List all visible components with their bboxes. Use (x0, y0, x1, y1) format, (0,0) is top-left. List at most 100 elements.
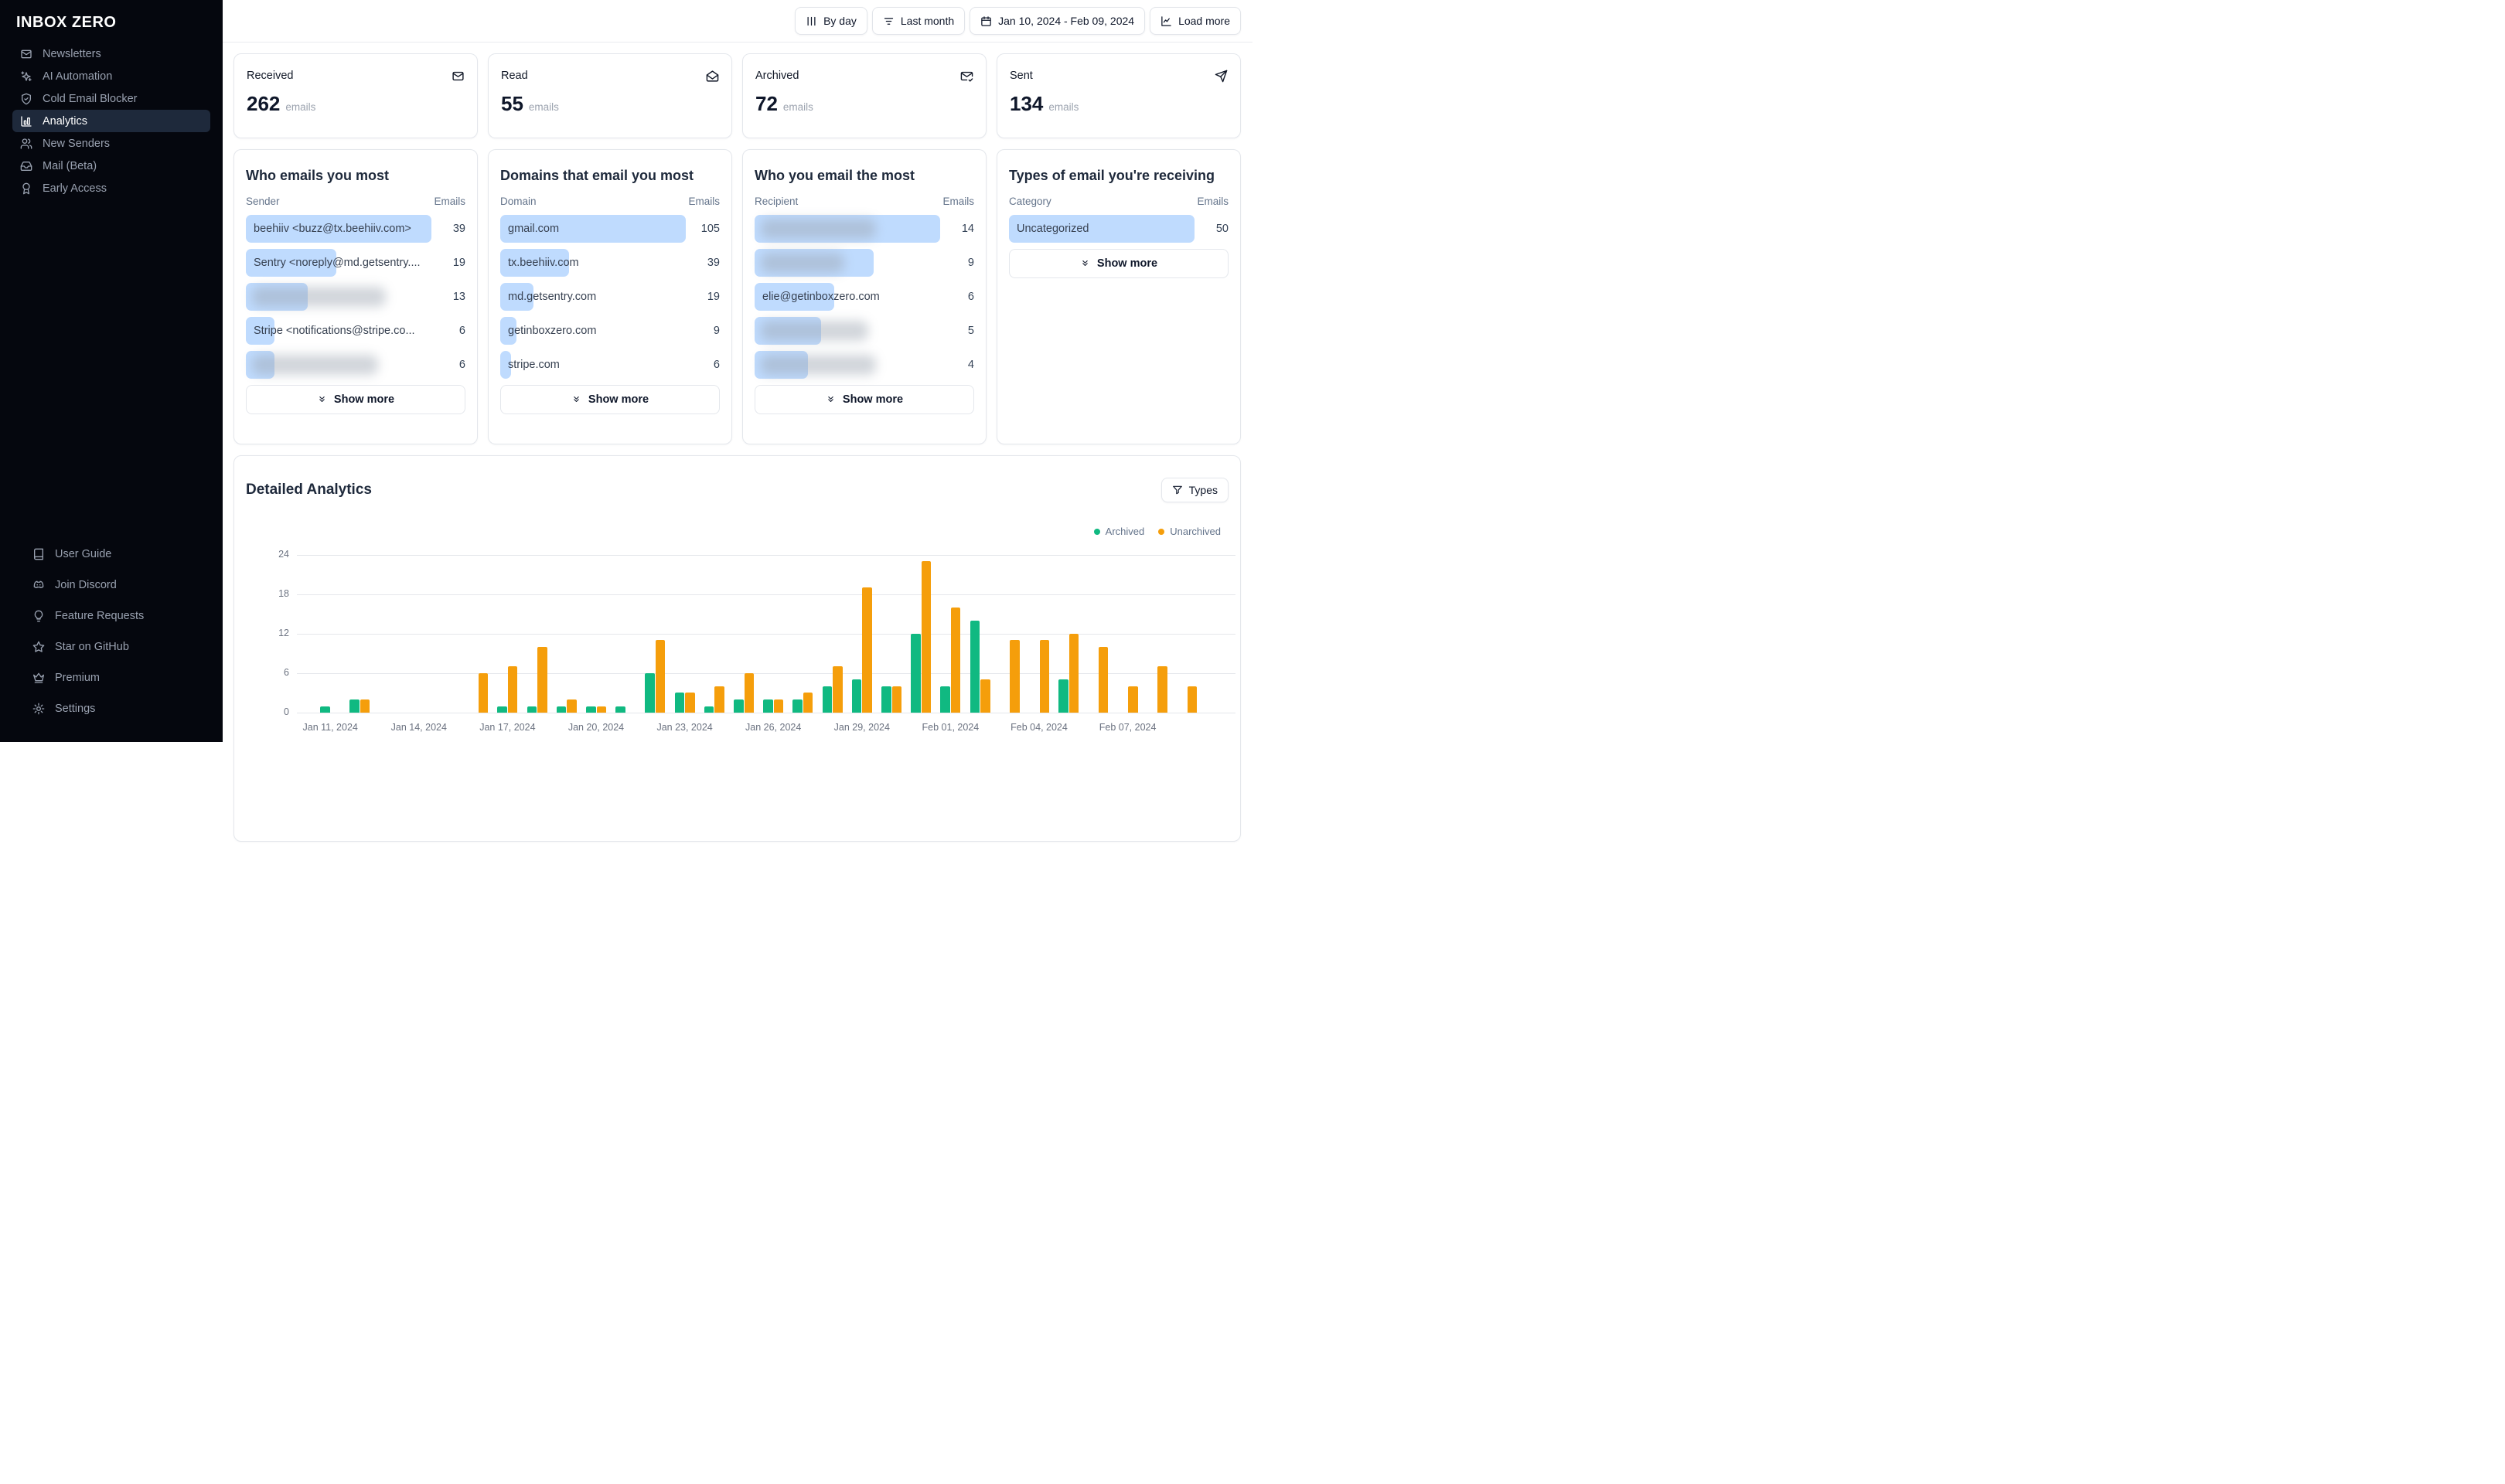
show-more-button[interactable]: Show more (500, 384, 720, 414)
sidebar-item-label: User Guide (55, 547, 112, 560)
table-row: gmail.com 105 (500, 214, 720, 243)
chart-bar-archived-jan-22-2024 (645, 672, 655, 713)
sidebar-item-feature-requests[interactable]: Feature Requests (25, 604, 198, 627)
stat-card-read: Read 55 emails (488, 53, 732, 138)
show-more-button[interactable]: Show more (246, 384, 465, 414)
column-header: Domain (500, 195, 537, 207)
table-row: Sentry <noreply@md.getsentry.... 19 (246, 248, 465, 277)
chart-gridline (297, 672, 1235, 674)
stats-row: Received 262 emails Read 55 emails Archived 72 e… (233, 53, 1241, 149)
content: Received 262 emails Read 55 emails Archived 72 e… (223, 43, 1252, 842)
row-value: 19 (707, 290, 720, 303)
chart-bar-unarchived-jan-31-2024 (921, 561, 932, 713)
detailed-analytics-header: Detailed Analytics Types (246, 476, 1229, 504)
chart-bar-unarchived-jan-19-2024 (567, 699, 577, 713)
chevrons-down-icon (574, 396, 579, 403)
chart-bar-unarchived-jan-22-2024 (655, 640, 666, 713)
toolbar-button-load-more[interactable]: Load more (1150, 7, 1241, 35)
stat-unit: emails (1048, 101, 1079, 113)
chart-bar-unarchived-feb-06-2024 (1098, 646, 1109, 713)
column-header: Category (1009, 195, 1051, 207)
chart-bar-unarchived-feb-09-2024 (1187, 686, 1197, 713)
chart-bar-unarchived-jan-20-2024 (596, 706, 606, 713)
sidebar-item-label: Star on GitHub (55, 640, 129, 653)
bar-chart-icon (21, 115, 32, 127)
sidebar-item-label: Mail (Beta) (43, 159, 97, 172)
redacted-label (761, 252, 844, 273)
table-row: 5 (755, 316, 974, 345)
table-row: beehiiv <buzz@tx.beehiiv.com> 39 (246, 214, 465, 243)
chart-bar-archived-jan-28-2024 (822, 686, 833, 713)
legend-item-unarchived: Unarchived (1158, 526, 1221, 537)
panel-domains-that-email-you-most: Domains that email you most Domain Emails g… (488, 149, 732, 444)
chart-bar-archived-jan-19-2024 (556, 706, 567, 713)
sidebar-item-user-guide[interactable]: User Guide (25, 543, 198, 565)
y-axis-tick-label: 12 (278, 627, 289, 638)
chart-bar-unarchived-jan-29-2024 (862, 587, 872, 713)
chevrons-down-icon (828, 396, 833, 403)
sidebar-item-ai-automation[interactable]: AI Automation (12, 65, 210, 87)
chart-bar-archived-jan-11-2024 (320, 706, 330, 713)
table-row: stripe.com 6 (500, 350, 720, 379)
toolbar-button-last-month[interactable]: Last month (871, 7, 966, 35)
sidebar-item-cold-email-blocker[interactable]: Cold Email Blocker (12, 87, 210, 110)
sidebar-item-newsletters[interactable]: Newsletters (12, 43, 210, 65)
sidebar-item-early-access[interactable]: Early Access (12, 177, 210, 199)
redacted-label (761, 320, 869, 341)
sidebar-item-join-discord[interactable]: Join Discord (25, 574, 198, 596)
sidebar-item-settings[interactable]: Settings (25, 697, 198, 720)
stat-value: 72 (755, 92, 778, 115)
table-row: Stripe <notifications@stripe.co... 6 (246, 316, 465, 345)
row-value: 39 (452, 222, 465, 235)
stat-value: 134 (1010, 92, 1044, 115)
show-more-label: Show more (1096, 257, 1158, 270)
sidebar-item-label: Feature Requests (55, 609, 145, 622)
sidebar-item-premium[interactable]: Premium (25, 666, 198, 689)
sidebar-item-mail-beta[interactable]: Mail (Beta) (12, 155, 210, 177)
chart-bar-unarchived-feb-02-2024 (980, 679, 990, 713)
show-more-button[interactable]: Show more (1009, 248, 1229, 278)
chart-bar-archived-jan-12-2024 (349, 699, 360, 713)
panels-row: Who emails you most Sender Emails beehiiv <… (233, 149, 1241, 444)
chart-bar-unarchived-feb-07-2024 (1128, 686, 1138, 713)
row-value: 105 (700, 222, 720, 235)
crown-icon (33, 672, 44, 683)
sidebar: INBOX ZERO Newsletters AI Automation Cold … (0, 0, 223, 742)
mail-icon (21, 49, 32, 58)
sidebar-item-label: Settings (55, 702, 96, 715)
sidebar-item-star-on-github[interactable]: Star on GitHub (25, 635, 198, 658)
table-row: 14 (755, 214, 974, 243)
table-row: 9 (755, 248, 974, 277)
row-label: Stripe <notifications@stripe.co... (254, 324, 415, 337)
chart-bar-archived-jan-31-2024 (911, 633, 921, 713)
chart-gridline (297, 594, 1235, 595)
show-more-label: Show more (588, 393, 649, 406)
chart-bar-unarchived-jan-30-2024 (891, 686, 901, 713)
table-row: Uncategorized 50 (1009, 214, 1229, 243)
stat-value: 262 (247, 92, 281, 115)
x-axis-tick-label: Feb 01, 2024 (922, 722, 980, 733)
chart-legend: Archived Unarchived (1093, 526, 1221, 537)
y-axis-tick-label: 18 (278, 587, 289, 599)
chart-bar-archived-jan-20-2024 (586, 706, 596, 713)
sidebar-item-new-senders[interactable]: New Senders (12, 132, 210, 155)
chart-bar-unarchived-jan-17-2024 (507, 666, 518, 713)
gear-icon (32, 703, 45, 714)
table-row: elie@getinboxzero.com 6 (755, 282, 974, 311)
row-value: 5 (967, 324, 974, 337)
chart-bar-unarchived-jan-12-2024 (360, 699, 370, 713)
show-more-button[interactable]: Show more (755, 384, 974, 414)
sidebar-item-label: Analytics (43, 114, 88, 128)
inbox-icon (20, 161, 32, 171)
toolbar-button-by-day[interactable]: By day (795, 7, 867, 35)
show-more-label: Show more (842, 393, 904, 406)
row-value: 4 (967, 358, 974, 371)
types-filter-button[interactable]: Types (1160, 478, 1229, 502)
toolbar-button-jan-10-2024-feb-09-2024[interactable]: Jan 10, 2024 - Feb 09, 2024 (970, 7, 1146, 35)
sidebar-footer-nav: User Guide Join Discord Feature Requests St… (12, 543, 210, 728)
chart-bar-archived-jan-27-2024 (792, 699, 803, 713)
row-label: Sentry <noreply@md.getsentry.... (254, 256, 421, 269)
x-axis-tick-label: Jan 26, 2024 (745, 722, 802, 733)
chart-bar-unarchived-feb-03-2024 (1010, 640, 1020, 713)
sidebar-item-analytics[interactable]: Analytics (12, 110, 210, 132)
